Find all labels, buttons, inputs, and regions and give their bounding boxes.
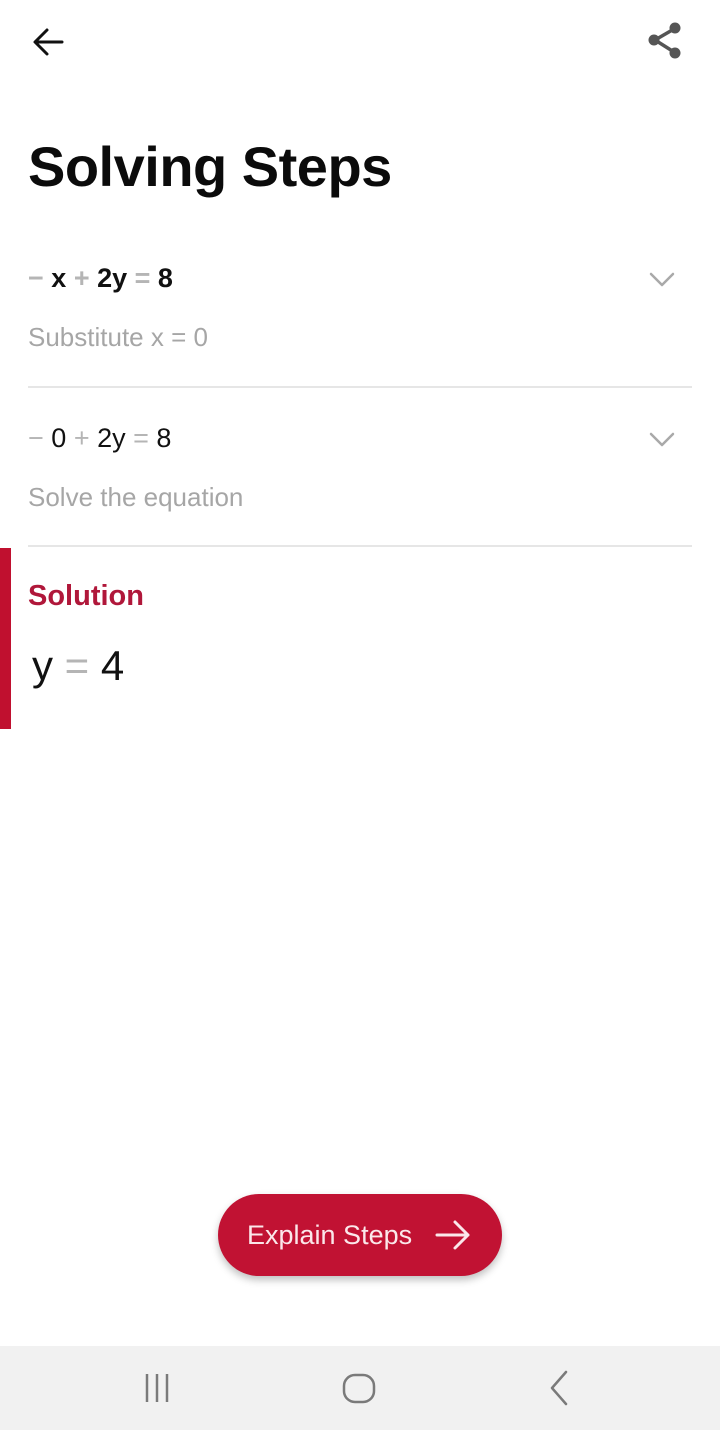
solution-accent-bar	[0, 548, 11, 729]
equation-operator: −	[28, 263, 44, 293]
step-description: Solve the equation	[28, 482, 244, 512]
solution-equation: y = 4	[32, 642, 124, 690]
equation-term: y	[32, 642, 53, 689]
arrow-right-icon	[435, 1220, 470, 1250]
equation-term: 2y	[89, 423, 134, 453]
equation-term: x	[43, 263, 74, 293]
arrow-left-icon	[33, 28, 64, 56]
home-button[interactable]	[337, 1366, 381, 1410]
recent-apps-icon	[145, 1374, 169, 1402]
recent-apps-button[interactable]	[136, 1366, 180, 1410]
chevron-down-icon[interactable]	[648, 430, 676, 450]
equation-operator: =	[134, 263, 151, 293]
nav-back-icon	[550, 1370, 568, 1406]
equation-term: 0	[43, 423, 74, 453]
chevron-down-icon[interactable]	[648, 270, 676, 290]
divider	[28, 545, 692, 547]
system-nav-bar	[0, 1346, 720, 1430]
equation-term: 8	[150, 263, 173, 293]
step-equation: − x + 2y = 8	[28, 263, 173, 294]
top-bar	[0, 0, 720, 80]
explain-steps-button[interactable]: Explain Steps	[218, 1194, 502, 1276]
step-description: Substitute x = 0	[28, 322, 208, 352]
step-equation: − 0 + 2y = 8	[28, 423, 171, 454]
page-title: Solving Steps	[28, 135, 392, 198]
explain-steps-label: Explain Steps	[247, 1220, 413, 1250]
equation-term: 8	[148, 423, 172, 453]
equation-operator: +	[73, 263, 90, 293]
step-item[interactable]: − x + 2y = 8 Substitute x = 0	[28, 255, 692, 365]
equation-term: 2y	[89, 263, 135, 293]
equation-operator: −	[28, 423, 44, 453]
solution-label: Solution	[28, 580, 144, 612]
equation-term: 4	[100, 642, 125, 689]
equation-operator: =	[53, 642, 101, 689]
home-icon	[342, 1373, 376, 1404]
nav-back-button[interactable]	[537, 1366, 581, 1410]
equation-operator: =	[133, 423, 149, 453]
equation-operator: +	[73, 423, 90, 453]
step-item[interactable]: − 0 + 2y = 8 Solve the equation	[28, 415, 692, 525]
back-button[interactable]	[28, 22, 68, 62]
share-icon	[648, 22, 681, 59]
share-button[interactable]	[644, 20, 686, 62]
divider	[28, 386, 692, 388]
